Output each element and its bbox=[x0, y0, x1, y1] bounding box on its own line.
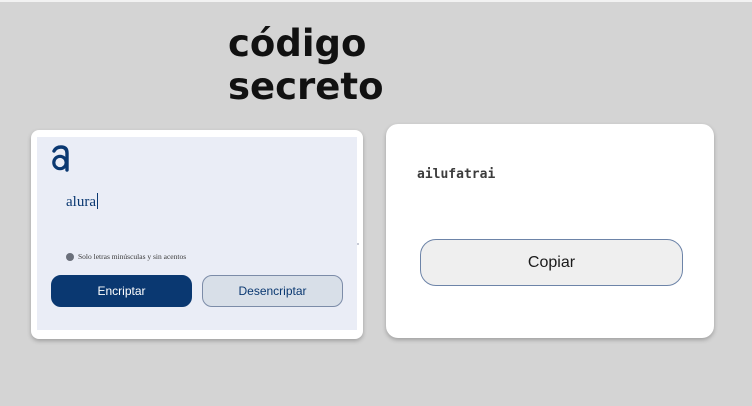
message-input-value: alura bbox=[66, 194, 96, 210]
page-title-line-1: código bbox=[228, 22, 367, 65]
message-input[interactable]: alura bbox=[66, 193, 98, 211]
info-hint-text: Solo letras minúsculas y sin acentos bbox=[78, 252, 187, 261]
encrypt-button-label: Encriptar bbox=[97, 284, 146, 298]
encrypt-panel: alura Solo letras minúsculas y sin acent… bbox=[37, 137, 359, 330]
alura-logo-icon bbox=[52, 145, 69, 172]
top-divider bbox=[0, 0, 752, 2]
text-caret bbox=[96, 193, 98, 209]
info-hint: Solo letras minúsculas y sin acentos bbox=[66, 252, 186, 261]
info-icon bbox=[66, 252, 74, 261]
decrypt-button[interactable]: Desencriptar bbox=[202, 275, 343, 307]
output-text: ailufatrai bbox=[417, 167, 496, 182]
encrypt-card: alura Solo letras minúsculas y sin acent… bbox=[31, 130, 363, 339]
copy-button-label: Copiar bbox=[527, 253, 576, 271]
page-title: código secreto bbox=[228, 22, 384, 108]
decrypt-button-label: Desencriptar bbox=[238, 284, 307, 298]
panel-dot bbox=[357, 243, 359, 245]
page-title-line-2: secreto bbox=[228, 65, 384, 108]
copy-button[interactable]: Copiar bbox=[420, 239, 683, 286]
encrypt-button[interactable]: Encriptar bbox=[51, 275, 192, 307]
output-card: ailufatrai Copiar bbox=[386, 124, 714, 338]
